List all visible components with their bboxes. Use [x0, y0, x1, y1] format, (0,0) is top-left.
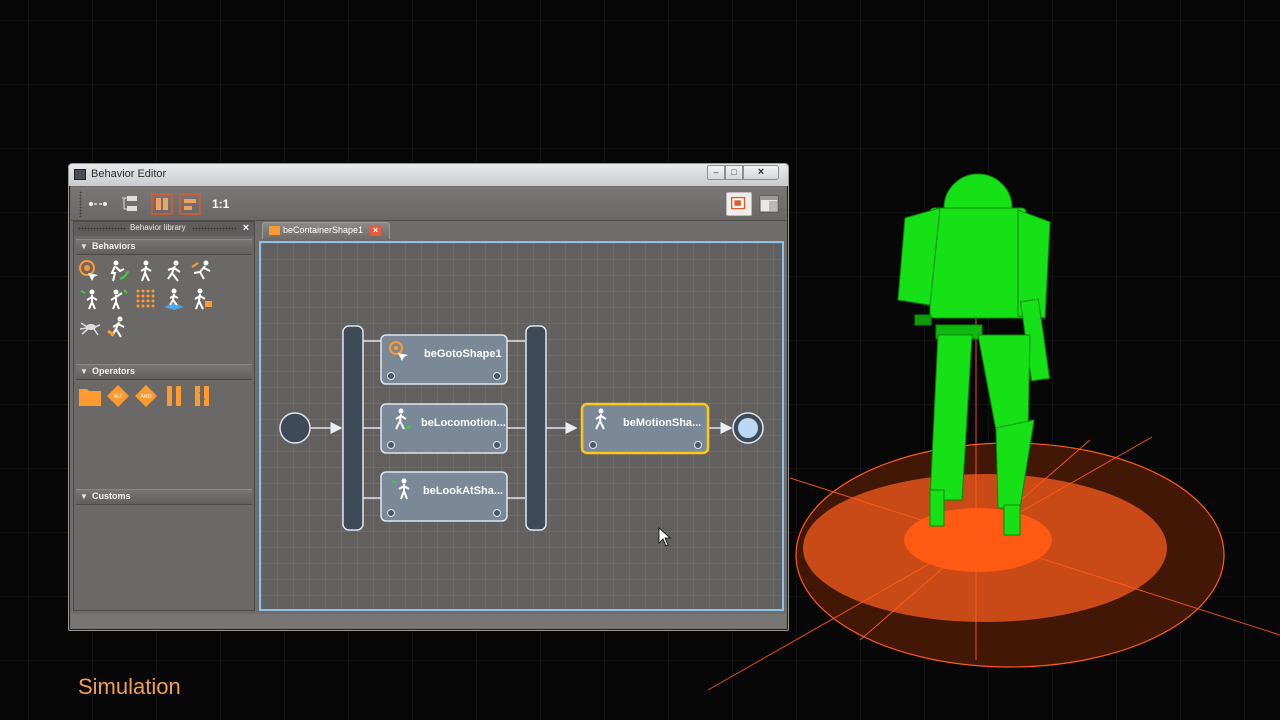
walk-path-icon[interactable] [106, 259, 130, 283]
and-operator-icon[interactable]: AND [134, 384, 158, 408]
alt-operator-icon[interactable]: ALT [106, 384, 130, 408]
scene-caption: Simulation [78, 674, 181, 699]
end-node-core [738, 418, 758, 438]
tab-close-button[interactable]: × [370, 225, 381, 236]
align-rows-icon[interactable] [179, 193, 201, 215]
section-behaviors[interactable]: ▼ Behaviors [76, 239, 252, 255]
folder-icon [269, 226, 280, 235]
walk-icon[interactable] [134, 259, 158, 283]
node-label: beLookAtSha... [423, 485, 504, 497]
maximize-button[interactable]: □ [725, 165, 743, 180]
alt-badge-text: ALT [114, 394, 124, 400]
status-bar [71, 614, 786, 628]
behavior-library-panel: Behavior library × ▼ Behaviors ▼ Operato… [73, 221, 255, 611]
collapse-triangle-icon: ▼ [80, 367, 88, 376]
section-label: Operators [92, 366, 136, 376]
run-icon[interactable] [162, 259, 186, 283]
library-close-button[interactable]: × [240, 222, 252, 234]
node-label: beLocomotion... [421, 417, 506, 429]
start-node[interactable] [279, 412, 311, 444]
node-label: beGotoShape1 [424, 348, 502, 360]
avoid-icon[interactable] [190, 287, 214, 311]
behavior-editor-window: Behavior Editor – □ × 1:1 Behavior libra… [68, 163, 789, 631]
close-button[interactable]: × [743, 165, 779, 180]
walk-on-surface-icon[interactable] [162, 287, 186, 311]
section-operators[interactable]: ▼ Operators [76, 364, 252, 380]
collapse-triangle-icon: ▼ [80, 492, 88, 501]
tab-label: beContainerShape1 [283, 225, 364, 235]
app-icon [74, 169, 86, 180]
section-label: Behaviors [92, 241, 136, 251]
library-header[interactable]: Behavior library × [74, 222, 254, 236]
fork-bar[interactable] [342, 325, 364, 531]
link-tool-icon[interactable] [87, 193, 109, 215]
layout-switch-icon[interactable] [757, 193, 781, 215]
crowd-grid-icon[interactable] [134, 287, 158, 311]
library-grip-right [192, 227, 236, 231]
toolbar: 1:1 [71, 187, 786, 221]
spider-icon[interactable] [78, 315, 102, 339]
minimize-button[interactable]: – [707, 165, 725, 180]
zoom-reset-button[interactable]: 1:1 [212, 197, 229, 211]
library-title: Behavior library [130, 223, 186, 232]
section-customs[interactable]: ▼ Customs [76, 489, 252, 505]
title-bar[interactable]: Behavior Editor – □ × [69, 164, 788, 186]
and-badge-text: AND [140, 394, 151, 400]
graph-canvas[interactable]: beGotoShape1 beLocomotion... beLookAtSha… [259, 241, 784, 611]
jump-icon[interactable] [190, 259, 214, 283]
overview-icon[interactable] [726, 192, 752, 216]
align-columns-icon[interactable] [151, 193, 173, 215]
gesture-icon[interactable] [106, 287, 130, 311]
random-operator-icon[interactable] [190, 384, 214, 408]
library-grip-left [78, 227, 126, 231]
toolbar-grip [79, 191, 82, 217]
parallel-operator-icon[interactable] [162, 384, 186, 408]
container-folder-icon[interactable] [78, 384, 102, 408]
node-label: beMotionSha... [623, 417, 702, 429]
look-at-icon[interactable] [78, 287, 102, 311]
window-title: Behavior Editor [91, 168, 167, 180]
join-bar[interactable] [525, 325, 547, 531]
flee-icon[interactable] [106, 315, 130, 339]
mouse-cursor-icon [658, 527, 672, 547]
tab-becontainershape1[interactable]: beContainerShape1 × [262, 222, 390, 239]
layout-tool-icon[interactable] [119, 193, 141, 215]
collapse-triangle-icon: ▼ [80, 242, 88, 251]
goto-target-icon[interactable] [78, 259, 102, 283]
behavior-graph [279, 325, 764, 547]
section-label: Customs [92, 491, 131, 501]
